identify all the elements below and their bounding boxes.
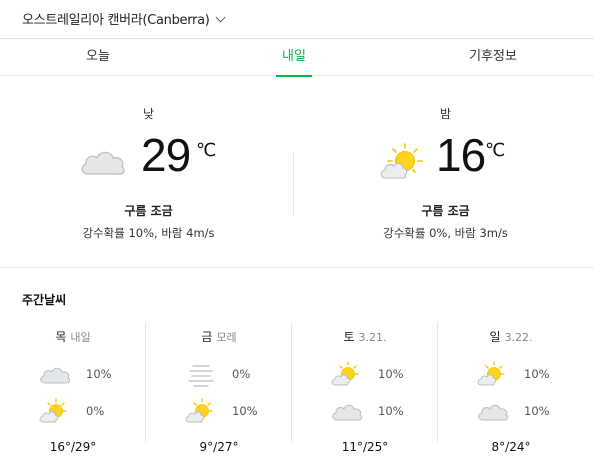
precip-probability: 10%	[86, 367, 112, 381]
sun-behind-cloud-icon	[184, 398, 218, 424]
sun-behind-cloud-icon	[38, 398, 72, 424]
precip-probability: 0%	[86, 404, 105, 418]
pm-row: 0%	[38, 398, 118, 424]
day-label: 금 모레	[146, 328, 292, 345]
weekday: 일	[489, 330, 501, 344]
night-condition: 구름 조금	[421, 204, 470, 218]
tab-label: 오늘	[86, 49, 110, 64]
day-detail: 강수확률 10%, 바람 4m/s	[82, 226, 215, 240]
period-label: 낮	[142, 107, 155, 121]
tab-tomorrow[interactable]: 내일	[196, 39, 392, 77]
day-temperature: 29	[141, 129, 191, 181]
precip-probability: 10%	[524, 404, 550, 418]
day-forecast: 낮 29 ℃ 구름 조금 강수확률 10%, 바람 4m/s	[0, 76, 297, 268]
precip-probability: 10%	[232, 404, 258, 418]
temperature-unit: ℃	[485, 140, 506, 161]
pm-row: 10%	[476, 398, 556, 424]
header: 오스트레일리아 캔버라(Canberra)	[0, 0, 594, 38]
tab-label: 기후정보	[469, 49, 517, 64]
sun-behind-cloud-icon	[330, 361, 364, 387]
am-row: 0%	[184, 361, 264, 387]
am-row: 10%	[476, 361, 556, 387]
pm-row: 10%	[330, 398, 410, 424]
cloud-icon	[38, 361, 72, 387]
day-sublabel: 내일	[70, 331, 91, 344]
weekly-forecast: 목 내일 10% 0% 16°/29° 금 모레 0% 10% 9°/27° 토…	[0, 322, 594, 472]
precip-probability: 0%	[232, 367, 251, 381]
weekly-day: 금 모레 0% 10% 9°/27°	[146, 322, 292, 472]
weekday: 금	[201, 330, 213, 344]
precip-probability: 10%	[378, 404, 404, 418]
temp-range: 9°/27°	[199, 440, 239, 454]
tab-climate-info[interactable]: 기후정보	[392, 39, 594, 76]
day-label: 일 3.22.	[438, 328, 584, 345]
am-row: 10%	[38, 361, 118, 387]
sun-behind-cloud-icon	[476, 361, 510, 387]
day-label: 목 내일	[0, 328, 146, 345]
day-sublabel: 3.22.	[504, 331, 533, 344]
day-condition: 구름 조금	[124, 204, 173, 218]
night-detail: 강수확률 0%, 바람 3m/s	[383, 226, 508, 240]
weekday: 토	[343, 330, 355, 344]
pm-row: 10%	[184, 398, 264, 424]
location-selector[interactable]: 오스트레일리아 캔버라(Canberra)	[22, 9, 225, 28]
sun-behind-cloud-icon	[379, 142, 429, 182]
day-label: 토 3.21.	[292, 328, 438, 345]
tab-today[interactable]: 오늘	[0, 39, 196, 76]
temp-range: 11°/25°	[341, 440, 389, 454]
tomorrow-forecast: 낮 29 ℃ 구름 조금 강수확률 10%, 바람 4m/s 밤 16 ℃ 구름…	[0, 76, 594, 268]
day-sublabel: 3.21.	[358, 331, 387, 344]
cloud-icon	[330, 398, 364, 424]
location-name: 오스트레일리아 캔버라(Canberra)	[22, 13, 210, 28]
weekly-day: 토 3.21. 10% 10% 11°/25°	[292, 322, 438, 472]
night-forecast: 밤 16 ℃ 구름 조금 강수확률 0%, 바람 3m/s	[297, 76, 594, 268]
precip-probability: 10%	[378, 367, 404, 381]
weekly-title: 주간날씨	[22, 293, 67, 307]
temp-range: 16°/29°	[49, 440, 97, 454]
tab-bar: 오늘 내일 기후정보	[0, 38, 594, 77]
tab-label: 내일	[282, 49, 306, 64]
cloud-icon	[78, 142, 128, 182]
cloud-icon	[476, 398, 510, 424]
temp-range: 8°/24°	[491, 440, 531, 454]
weekly-day: 목 내일 10% 0% 16°/29°	[0, 322, 146, 472]
fog-icon	[184, 361, 218, 387]
chevron-down-icon	[215, 12, 225, 23]
temperature-unit: ℃	[196, 140, 217, 161]
weekly-day: 일 3.22. 10% 10% 8°/24°	[438, 322, 584, 472]
divider	[293, 152, 294, 215]
weekday: 목	[55, 330, 67, 344]
day-sublabel: 모레	[216, 331, 237, 344]
period-label: 밤	[439, 107, 452, 121]
precip-probability: 10%	[524, 367, 550, 381]
night-temperature: 16	[436, 129, 486, 181]
am-row: 10%	[330, 361, 410, 387]
